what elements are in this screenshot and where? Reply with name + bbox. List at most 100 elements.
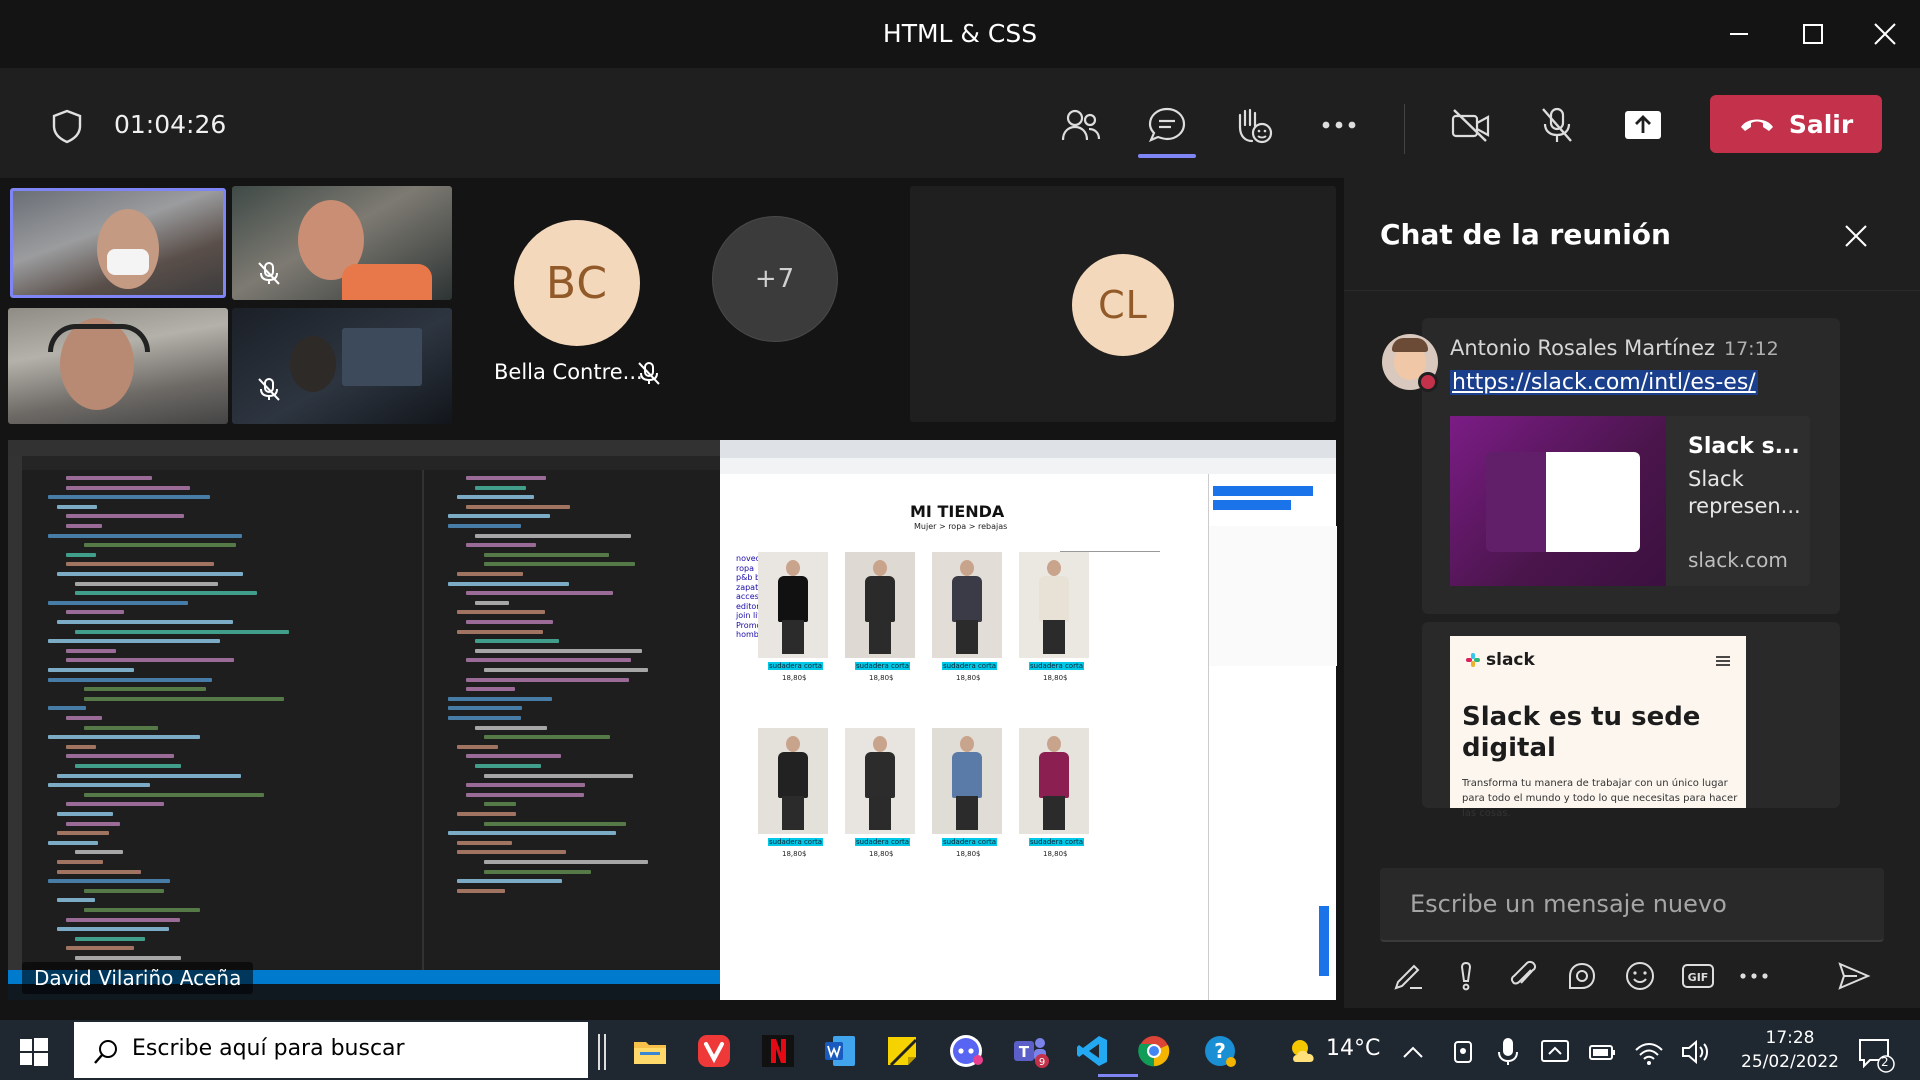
chrome-icon[interactable]: [1128, 1026, 1180, 1076]
task-view-icon[interactable]: [598, 1034, 606, 1070]
battery-icon[interactable]: [1588, 1040, 1618, 1064]
maximize-button[interactable]: [1778, 0, 1848, 68]
reactions-button[interactable]: [1224, 96, 1282, 154]
discord-icon[interactable]: [940, 1026, 992, 1076]
product-price: 18,80$: [956, 850, 981, 858]
netflix-icon[interactable]: [752, 1026, 804, 1076]
code-line: [57, 812, 113, 816]
slack-subtext: Transforma tu manera de trabajar con un …: [1462, 778, 1738, 819]
close-window-button[interactable]: [1850, 0, 1920, 68]
more-compose-button[interactable]: [1734, 956, 1774, 996]
mic-toggle-button[interactable]: [1528, 96, 1586, 154]
participant-video-4[interactable]: [232, 308, 452, 424]
attach-button[interactable]: [1504, 956, 1544, 996]
code-line: [48, 840, 98, 845]
file-explorer-icon[interactable]: [624, 1026, 676, 1076]
code-line: [66, 476, 152, 480]
shared-code-editor: [8, 440, 720, 1000]
code-line: [66, 562, 214, 567]
code-line: [484, 802, 516, 807]
code-line: [75, 764, 181, 768]
avatar-bc[interactable]: BC: [514, 220, 640, 346]
emoji-button[interactable]: [1620, 956, 1660, 996]
product-photo: [758, 552, 828, 658]
wifi-icon[interactable]: [1634, 1038, 1664, 1066]
microphone-icon[interactable]: [1496, 1036, 1520, 1066]
participant-video-3[interactable]: [8, 308, 228, 424]
more-actions-button[interactable]: [1310, 96, 1368, 154]
share-screen-button[interactable]: [1614, 96, 1672, 154]
meeting-timer: 01:04:26: [114, 110, 227, 139]
weather-temperature[interactable]: 14°C: [1326, 1036, 1380, 1061]
camera-indicator-icon[interactable]: [1450, 1038, 1476, 1066]
code-line: [484, 860, 648, 864]
exclamation-icon: [1460, 961, 1472, 991]
code-line: [75, 629, 289, 634]
notifications-button[interactable]: 2: [1856, 1036, 1896, 1074]
code-line: [66, 648, 116, 653]
product-photo: [932, 552, 1002, 658]
code-line: [48, 735, 200, 740]
code-line: [48, 668, 134, 672]
code-line: [448, 716, 521, 720]
code-line: [466, 687, 515, 692]
people-icon: [1061, 109, 1101, 141]
code-line: [466, 620, 553, 624]
leave-button[interactable]: Salir: [1710, 95, 1882, 153]
format-pen-icon: [1394, 964, 1422, 990]
product-photo: [1019, 552, 1089, 658]
code-line: [57, 620, 233, 624]
priority-button[interactable]: [1446, 956, 1486, 996]
notification-bubble-icon: [1859, 1039, 1895, 1073]
product-price: 18,80$: [1043, 850, 1068, 858]
chat-close-button[interactable]: [1838, 218, 1874, 254]
sticky-notes-icon[interactable]: [876, 1026, 928, 1076]
send-button[interactable]: [1834, 956, 1874, 996]
participants-button[interactable]: [1052, 96, 1110, 154]
emoji-icon: [1626, 962, 1654, 990]
code-line: [448, 524, 521, 528]
participant-video-1[interactable]: [10, 188, 226, 298]
code-line: [484, 668, 648, 672]
shield-icon[interactable]: [50, 108, 84, 144]
message-input-placeholder: Escribe un mensaje nuevo: [1410, 890, 1727, 918]
more-participants-button[interactable]: +7: [712, 216, 838, 342]
message-link[interactable]: https://slack.com/intl/es-es/: [1450, 370, 1758, 395]
code-line: [57, 860, 103, 864]
code-line: [48, 677, 212, 682]
teams-icon[interactable]: T9: [1004, 1026, 1056, 1076]
participant-video-2[interactable]: [232, 186, 452, 300]
preview-sidebar: [1486, 452, 1546, 552]
chat-button[interactable]: [1138, 96, 1196, 154]
word-icon[interactable]: [814, 1026, 866, 1076]
chevron-up-icon[interactable]: [1400, 1040, 1426, 1064]
loop-button[interactable]: [1562, 956, 1602, 996]
start-button[interactable]: [20, 1038, 48, 1066]
help-icon[interactable]: ?: [1194, 1026, 1246, 1076]
mic-off-icon: [636, 360, 662, 386]
vivaldi-icon[interactable]: [688, 1026, 740, 1076]
code-line: [57, 773, 241, 778]
code-line: [457, 744, 498, 749]
screen-share-tray-icon[interactable]: [1540, 1038, 1570, 1066]
code-line: [66, 917, 180, 922]
code-line: [66, 754, 174, 759]
code-line: [66, 552, 96, 557]
volume-icon[interactable]: [1680, 1038, 1710, 1066]
minimize-button[interactable]: [1704, 0, 1774, 68]
close-icon: [1845, 225, 1867, 247]
gif-button[interactable]: GIF: [1678, 956, 1718, 996]
taskbar-clock[interactable]: 17:28 25/02/2022: [1740, 1026, 1840, 1074]
code-line: [66, 744, 96, 749]
chat-title: Chat de la reunión: [1380, 218, 1671, 251]
product-name: sudadera corta: [1029, 838, 1085, 846]
weather-icon[interactable]: [1286, 1034, 1320, 1068]
code-line: [48, 783, 150, 788]
format-button[interactable]: [1388, 956, 1428, 996]
code-line: [66, 485, 190, 490]
gif-icon: GIF: [1682, 964, 1714, 988]
camera-toggle-button[interactable]: [1442, 96, 1500, 154]
vscode-icon[interactable]: [1066, 1026, 1118, 1076]
product-photo: [845, 728, 915, 834]
code-line: [66, 802, 164, 807]
